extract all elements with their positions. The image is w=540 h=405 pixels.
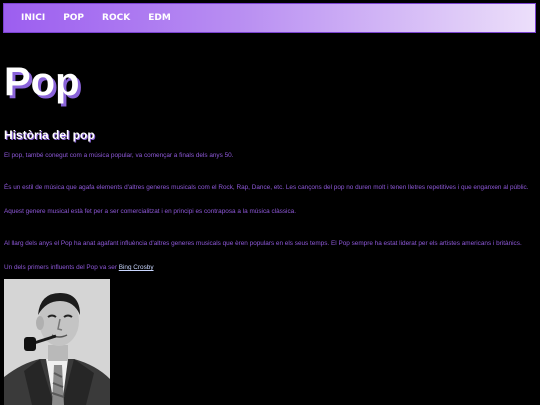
page-title: Pop: [4, 60, 80, 104]
section-title: Història del pop: [4, 128, 95, 142]
top-navigation-bar: INICI POP ROCK EDM: [3, 3, 536, 33]
bing-crosby-photo: [4, 279, 110, 405]
nav-item-rock[interactable]: ROCK: [102, 13, 130, 23]
paragraph-influences: Al llarg dels anys el Pop ha anat agafan…: [4, 240, 522, 247]
nav-item-inici[interactable]: INICI: [21, 13, 45, 23]
nav-item-pop[interactable]: POP: [63, 13, 84, 23]
bing-crosby-portrait-image: [4, 279, 110, 405]
bing-crosby-link[interactable]: Bing Crosby: [119, 264, 154, 271]
paragraph-prefix: Un dels primers influents del Pop va ser: [4, 264, 119, 271]
paragraph-style: És un estil de música que agafa elements…: [4, 184, 529, 191]
paragraph-bing-crosby: Un dels primers influents del Pop va ser…: [4, 264, 534, 272]
paragraph-origin: El pop, també conegut com a música popul…: [4, 152, 234, 159]
paragraph-commercial: Aquest genere musical està fet per a ser…: [4, 208, 296, 215]
nav-item-edm[interactable]: EDM: [148, 13, 171, 23]
